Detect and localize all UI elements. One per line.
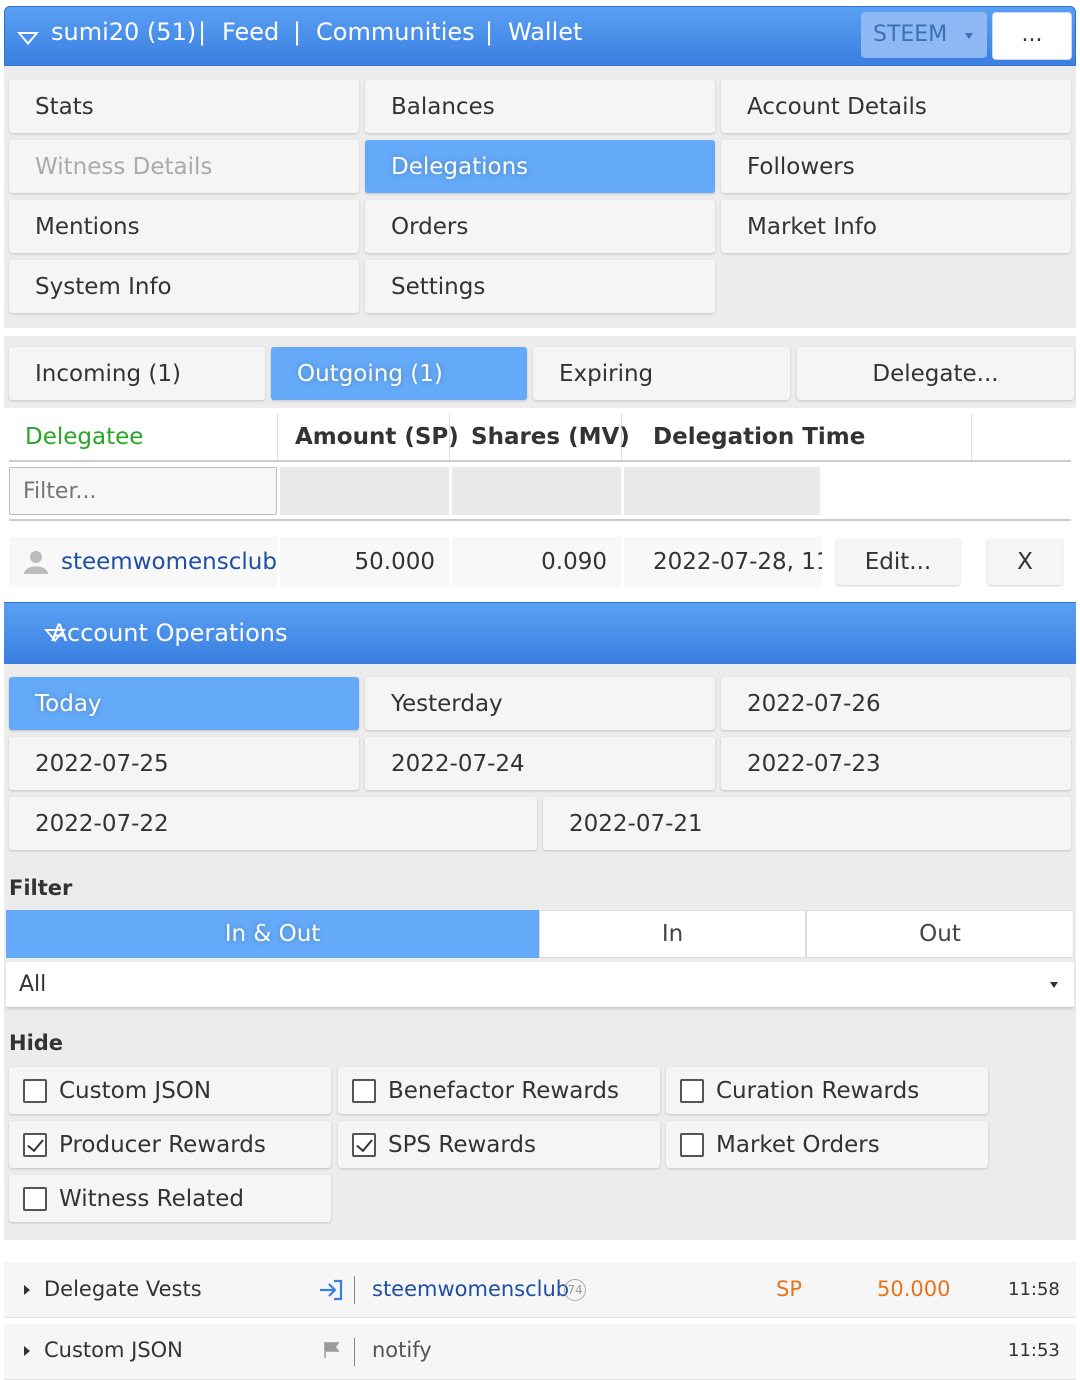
hide-witness-related-checkbox[interactable]: Witness Related bbox=[9, 1175, 331, 1222]
date-yesterday[interactable]: Yesterday bbox=[365, 677, 715, 730]
tab-incoming[interactable]: Incoming (1) bbox=[9, 347, 265, 400]
date-button[interactable]: 2022-07-26 bbox=[721, 677, 1071, 730]
chevron-down-icon bbox=[965, 33, 973, 39]
operation-type: Delegate Vests bbox=[44, 1277, 202, 1301]
divider bbox=[354, 1276, 355, 1304]
operation-time: 11:58 bbox=[1008, 1279, 1060, 1300]
menu-followers[interactable]: Followers bbox=[721, 140, 1071, 193]
delegatee-filter-input[interactable] bbox=[9, 467, 277, 515]
shares-cell: 0.090 bbox=[452, 537, 621, 587]
operation-account-link[interactable]: steemwomensclub bbox=[372, 1277, 569, 1301]
column-header-shares[interactable]: Shares (MV) bbox=[471, 424, 630, 450]
checkbox-label: Producer Rewards bbox=[59, 1131, 266, 1158]
column-header-amount[interactable]: Amount (SP) bbox=[295, 424, 459, 450]
column-divider bbox=[971, 414, 972, 460]
operation-account: notify bbox=[372, 1338, 432, 1362]
section-title: Account Operations bbox=[51, 619, 288, 647]
column-header-delegatee[interactable]: Delegatee bbox=[25, 424, 143, 450]
checkbox-checked-icon[interactable] bbox=[23, 1132, 47, 1157]
checkbox-icon[interactable] bbox=[23, 1078, 47, 1103]
table-row: steemwomensclub bbox=[9, 537, 277, 587]
edit-delegation-button[interactable]: Edit... bbox=[836, 538, 960, 585]
checkbox-label: SPS Rewards bbox=[388, 1131, 537, 1158]
nav-separator: | bbox=[198, 18, 207, 46]
divider bbox=[354, 1338, 355, 1366]
asset-label: SP bbox=[776, 1277, 802, 1301]
expand-caret-icon[interactable] bbox=[24, 1285, 30, 1295]
menu-witness-details: Witness Details bbox=[9, 140, 359, 193]
hide-curation-rewards-checkbox[interactable]: Curation Rewards bbox=[666, 1067, 988, 1114]
hide-producer-rewards-checkbox[interactable]: Producer Rewards bbox=[9, 1121, 331, 1168]
checkbox-icon[interactable] bbox=[352, 1078, 376, 1103]
nav-separator: | bbox=[485, 18, 494, 46]
column-divider bbox=[277, 414, 278, 460]
filter-cell bbox=[624, 467, 820, 515]
hide-market-orders-checkbox[interactable]: Market Orders bbox=[666, 1121, 988, 1168]
date-button[interactable]: 2022-07-25 bbox=[9, 737, 359, 790]
menu-balances[interactable]: Balances bbox=[365, 80, 715, 133]
hide-sps-rewards-checkbox[interactable]: SPS Rewards bbox=[338, 1121, 660, 1168]
user-avatar-icon bbox=[24, 551, 48, 574]
filter-label: Filter bbox=[9, 876, 73, 900]
nav-wallet-link[interactable]: Wallet bbox=[508, 18, 582, 46]
direction-in-out[interactable]: In & Out bbox=[6, 910, 539, 958]
checkbox-label: Market Orders bbox=[716, 1131, 880, 1158]
amount-cell: 50.000 bbox=[280, 537, 449, 587]
checkbox-label: Curation Rewards bbox=[716, 1077, 920, 1104]
menu-orders[interactable]: Orders bbox=[365, 200, 715, 253]
delegation-time-cell: 2022-07-28, 11:58 bbox=[624, 537, 822, 587]
hide-benefactor-rewards-checkbox[interactable]: Benefactor Rewards bbox=[338, 1067, 660, 1114]
delegate-button[interactable]: Delegate... bbox=[797, 347, 1074, 400]
checkbox-checked-icon[interactable] bbox=[352, 1132, 376, 1157]
more-menu-button[interactable]: ... bbox=[992, 12, 1072, 60]
divider bbox=[9, 519, 1071, 521]
network-select-label: STEEM bbox=[873, 22, 948, 47]
menu-mentions[interactable]: Mentions bbox=[9, 200, 359, 253]
checkbox-icon[interactable] bbox=[680, 1132, 704, 1157]
checkbox-icon[interactable] bbox=[680, 1078, 704, 1103]
date-today[interactable]: Today bbox=[9, 677, 359, 730]
operation-type: Custom JSON bbox=[44, 1338, 183, 1362]
operation-time: 11:53 bbox=[1008, 1340, 1060, 1361]
operation-type-select[interactable]: All bbox=[6, 962, 1074, 1008]
menu-settings[interactable]: Settings bbox=[365, 260, 715, 313]
delegatee-link[interactable]: steemwomensclub bbox=[61, 549, 277, 575]
collapse-caret-icon[interactable] bbox=[17, 32, 39, 45]
tab-expiring[interactable]: Expiring bbox=[533, 347, 790, 400]
direction-out[interactable]: Out bbox=[806, 910, 1074, 958]
reputation-badge: 74 bbox=[564, 1279, 586, 1301]
incoming-arrow-icon bbox=[320, 1279, 343, 1301]
checkbox-label: Witness Related bbox=[59, 1185, 244, 1212]
operation-type-value: All bbox=[19, 972, 47, 997]
tab-outgoing[interactable]: Outgoing (1) bbox=[271, 347, 527, 400]
checkbox-label: Benefactor Rewards bbox=[388, 1077, 619, 1104]
date-button[interactable]: 2022-07-21 bbox=[543, 797, 1071, 850]
nav-feed-link[interactable]: Feed bbox=[222, 18, 279, 46]
flag-icon bbox=[324, 1342, 340, 1358]
direction-in[interactable]: In bbox=[539, 910, 806, 958]
hide-custom-json-checkbox[interactable]: Custom JSON bbox=[9, 1067, 331, 1114]
menu-delegations[interactable]: Delegations bbox=[365, 140, 715, 193]
date-button[interactable]: 2022-07-22 bbox=[9, 797, 537, 850]
column-header-delegation-time[interactable]: Delegation Time bbox=[653, 424, 865, 450]
nav-communities-link[interactable]: Communities bbox=[316, 18, 475, 46]
remove-delegation-button[interactable]: X bbox=[987, 538, 1063, 585]
checkbox-label: Custom JSON bbox=[59, 1077, 212, 1104]
filter-cell bbox=[280, 467, 449, 515]
date-button[interactable]: 2022-07-24 bbox=[365, 737, 715, 790]
menu-system-info[interactable]: System Info bbox=[9, 260, 359, 313]
date-button[interactable]: 2022-07-23 bbox=[721, 737, 1071, 790]
network-select[interactable]: STEEM bbox=[861, 12, 987, 58]
nav-separator: | bbox=[293, 18, 302, 46]
hide-label: Hide bbox=[9, 1031, 64, 1055]
menu-market-info[interactable]: Market Info bbox=[721, 200, 1071, 253]
menu-account-details[interactable]: Account Details bbox=[721, 80, 1071, 133]
account-name-link[interactable]: sumi20 (51) bbox=[51, 18, 196, 46]
chevron-down-icon bbox=[1050, 982, 1058, 988]
filter-cell bbox=[452, 467, 621, 515]
menu-stats[interactable]: Stats bbox=[9, 80, 359, 133]
operation-amount: 50.000 bbox=[877, 1277, 951, 1301]
checkbox-icon[interactable] bbox=[23, 1186, 47, 1211]
